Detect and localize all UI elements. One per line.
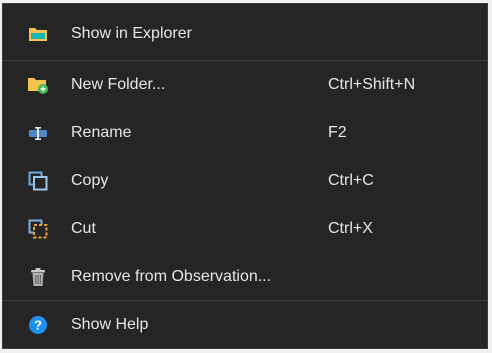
svg-text:?: ?	[34, 318, 42, 333]
rename-icon	[27, 122, 49, 144]
menu-item-show-help[interactable]: ? Show Help	[3, 301, 487, 349]
menu-item-copy[interactable]: Copy Ctrl+C	[3, 157, 487, 205]
menu-item-label: Show Help	[71, 316, 149, 333]
menu-item-cut[interactable]: Cut Ctrl+X	[3, 205, 487, 253]
menu-item-label: Show in Explorer	[71, 25, 192, 42]
menu-item-label: Cut	[71, 220, 96, 237]
trash-icon	[27, 266, 49, 288]
menu-item-remove-from-observation[interactable]: Remove from Observation...	[3, 253, 487, 301]
cut-icon	[27, 218, 49, 240]
menu-item-show-in-explorer[interactable]: Show in Explorer	[3, 10, 487, 58]
menu-item-shortcut: Ctrl+Shift+N	[328, 76, 416, 93]
folder-icon	[27, 23, 49, 45]
help-icon: ?	[27, 314, 49, 336]
menu-item-rename[interactable]: Rename F2	[3, 109, 487, 157]
menu-item-label: Rename	[71, 124, 132, 141]
menu-item-shortcut: Ctrl+X	[328, 220, 373, 237]
menu-item-label: Remove from Observation...	[71, 268, 272, 285]
menu-item-new-folder[interactable]: New Folder... Ctrl+Shift+N	[3, 61, 487, 109]
menu-item-label: New Folder...	[71, 76, 166, 93]
new-folder-icon	[27, 74, 49, 96]
menu-item-label: Copy	[71, 172, 109, 189]
copy-icon	[27, 170, 49, 192]
context-menu: Show in Explorer New Folder... Ctrl+Shif…	[2, 3, 488, 349]
menu-item-shortcut: Ctrl+C	[328, 172, 374, 189]
menu-item-shortcut: F2	[328, 124, 347, 141]
